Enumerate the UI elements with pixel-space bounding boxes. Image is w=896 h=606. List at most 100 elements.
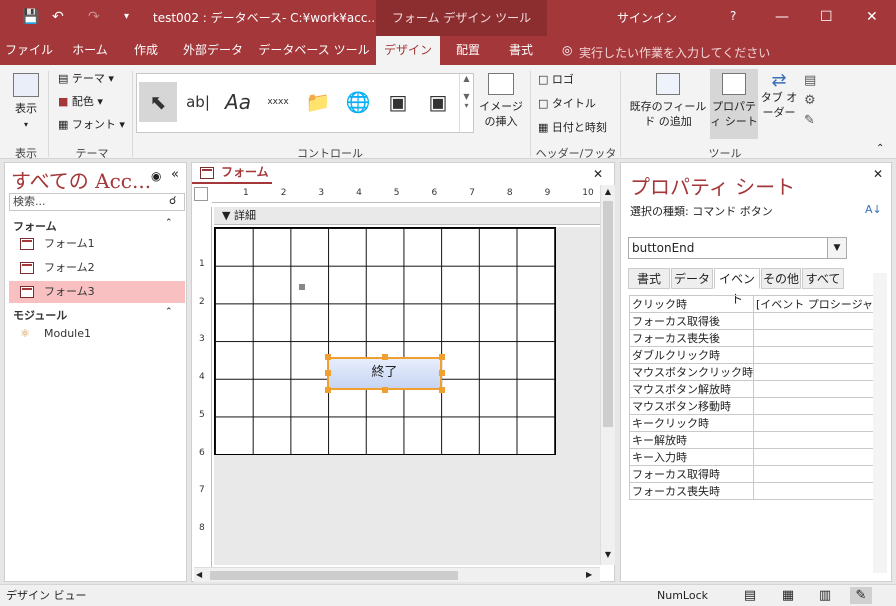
scroll-down-icon[interactable]: ▼: [601, 550, 615, 559]
tab-home[interactable]: ホーム: [60, 36, 120, 65]
scroll-up-icon[interactable]: ▲: [601, 187, 615, 196]
signin-link[interactable]: サインイン: [617, 9, 677, 26]
prop-tab-data[interactable]: データ: [671, 268, 713, 289]
collapse-pane-icon[interactable]: «: [171, 167, 179, 182]
nav-item-module1[interactable]: ⚛ Module1: [9, 323, 185, 345]
colors-button[interactable]: ■ 配色 ▾: [58, 94, 103, 109]
undo-icon[interactable]: ↶: [52, 8, 64, 26]
vertical-scroll-thumb[interactable]: [603, 201, 613, 427]
move-handle[interactable]: [299, 284, 305, 290]
property-row[interactable]: キークリック時: [629, 414, 883, 432]
quick-access-dropdown-icon[interactable]: ▾: [124, 8, 129, 26]
logo-button[interactable]: □ ロゴ: [538, 72, 574, 87]
property-row[interactable]: フォーカス喪失時: [629, 482, 883, 500]
object-selector-dropdown[interactable]: buttonEnd: [628, 237, 847, 259]
property-row[interactable]: キー入力時: [629, 448, 883, 466]
save-icon[interactable]: 💾: [22, 8, 39, 26]
property-value[interactable]: [753, 482, 883, 500]
tab-external-data[interactable]: 外部データ: [172, 36, 254, 65]
select-pointer-icon[interactable]: ⬉: [139, 82, 177, 122]
property-value[interactable]: [753, 346, 883, 364]
property-value[interactable]: [753, 397, 883, 415]
horizontal-scroll-thumb[interactable]: [210, 571, 458, 580]
property-row[interactable]: フォーカス喪失後: [629, 329, 883, 347]
nav-item-form3[interactable]: フォーム3: [9, 281, 185, 303]
tab-create[interactable]: 作成: [122, 36, 170, 65]
nav-title[interactable]: すべての Acc...: [11, 165, 151, 194]
datetime-button[interactable]: ▦ 日付と時刻: [538, 120, 607, 135]
close-pane-icon[interactable]: ✕: [873, 167, 883, 181]
property-row[interactable]: クリック時 [イベント プロシージャ]: [629, 295, 883, 313]
chevron-down-icon[interactable]: ▼: [827, 238, 846, 258]
close-document-icon[interactable]: ✕: [593, 167, 603, 181]
resize-handle[interactable]: [325, 370, 331, 376]
tab-arrange[interactable]: 配置: [442, 36, 494, 65]
datasheet-view-icon[interactable]: ▦: [779, 587, 797, 604]
view-button[interactable]: 表示 ▾: [8, 73, 44, 132]
insert-image-button[interactable]: イメージ の挿入: [477, 73, 525, 129]
redo-icon[interactable]: ↷: [88, 8, 100, 26]
property-value[interactable]: [753, 363, 883, 381]
sort-icon[interactable]: A↓: [865, 203, 882, 216]
nav-item-form1[interactable]: フォーム1: [9, 233, 185, 255]
resize-handle[interactable]: [382, 354, 388, 360]
property-sheet-button[interactable]: プロパティ シート: [710, 69, 758, 139]
layout-view-icon[interactable]: ▥: [816, 587, 834, 604]
form-selector[interactable]: [194, 187, 208, 201]
design-view-icon[interactable]: ✎: [850, 587, 872, 604]
property-scrollbar[interactable]: [873, 273, 887, 573]
resize-handle[interactable]: [439, 370, 445, 376]
hyperlink-control-icon[interactable]: 🌐: [339, 82, 377, 122]
title-button[interactable]: □ タイトル: [538, 96, 596, 111]
add-existing-fields-button[interactable]: 既存のフィールド の追加: [628, 73, 708, 129]
navigation-control-icon[interactable]: ▣: [379, 82, 417, 122]
detail-section-grid[interactable]: 終了: [214, 227, 556, 455]
property-row[interactable]: マウスボタンクリック時: [629, 363, 883, 381]
property-row[interactable]: フォーカス取得時: [629, 465, 883, 483]
tell-me-input[interactable]: 実行したい作業を入力してください: [579, 44, 770, 61]
prop-tab-other[interactable]: その他: [761, 268, 801, 289]
property-row[interactable]: マウスボタン移動時: [629, 397, 883, 415]
property-value[interactable]: [753, 312, 883, 330]
horizontal-scrollbar[interactable]: ◀ ▶: [194, 567, 600, 582]
section-collapse-icon[interactable]: ⌃: [165, 307, 173, 317]
option-group-icon[interactable]: ▣: [419, 82, 457, 122]
nav-search-input[interactable]: 検索...: [9, 193, 185, 211]
resize-handle[interactable]: [325, 387, 331, 393]
maximize-icon[interactable]: ☐: [820, 8, 833, 26]
scroll-right-icon[interactable]: ▶: [586, 570, 592, 579]
tab-format[interactable]: 書式: [496, 36, 546, 65]
tab-database-tools[interactable]: データベース ツール: [256, 36, 372, 65]
property-row[interactable]: キー解放時: [629, 431, 883, 449]
property-value[interactable]: [753, 465, 883, 483]
prop-tab-format[interactable]: 書式: [628, 268, 670, 289]
button-control-icon[interactable]: xxxx: [259, 82, 297, 122]
property-value[interactable]: [753, 448, 883, 466]
property-row[interactable]: ダブルクリック時: [629, 346, 883, 364]
section-collapse-icon[interactable]: ⌃: [165, 218, 173, 228]
modules-section-header[interactable]: モジュール: [13, 307, 67, 323]
tab-design[interactable]: デザイン: [376, 36, 440, 65]
resize-handle[interactable]: [325, 354, 331, 360]
resize-handle[interactable]: [439, 354, 445, 360]
theme-button[interactable]: ▤ テーマ ▾: [58, 71, 114, 86]
property-row[interactable]: マウスボタン解放時: [629, 380, 883, 398]
search-icon[interactable]: ☌: [169, 194, 176, 207]
property-value[interactable]: [753, 329, 883, 347]
tools-small-icons[interactable]: ▤ ⚙ ✎: [804, 71, 816, 131]
prop-tab-event[interactable]: イベント: [714, 268, 760, 306]
property-value[interactable]: [753, 414, 883, 432]
resize-handle[interactable]: [439, 387, 445, 393]
property-value[interactable]: [753, 431, 883, 449]
gallery-scroll[interactable]: ▲ ▼ ▾: [459, 74, 473, 132]
tab-control-icon[interactable]: 📁: [299, 82, 337, 122]
property-value[interactable]: [753, 380, 883, 398]
collapse-ribbon-icon[interactable]: ⌃: [876, 143, 884, 154]
label-control-icon[interactable]: Aa: [219, 82, 257, 122]
nav-item-form2[interactable]: フォーム2: [9, 257, 185, 279]
resize-handle[interactable]: [382, 387, 388, 393]
vertical-scrollbar[interactable]: ▲ ▼: [600, 185, 615, 565]
help-button[interactable]: ?: [730, 9, 736, 23]
nav-menu-icon[interactable]: ◉: [151, 169, 161, 183]
scroll-left-icon[interactable]: ◀: [196, 570, 202, 579]
